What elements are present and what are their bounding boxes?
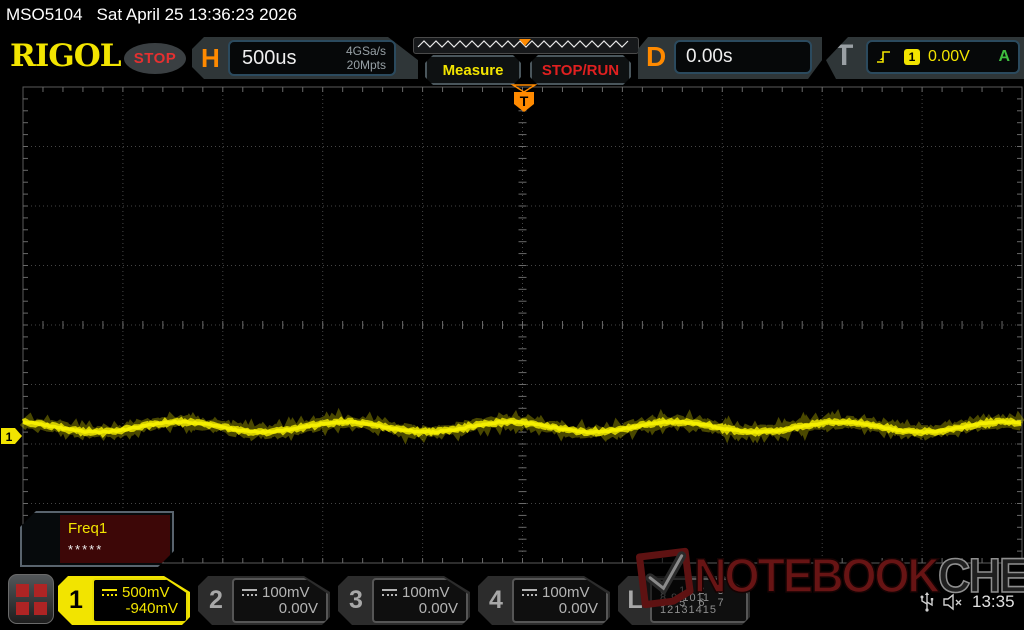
oscilloscope-screen: MSO5104 Sat April 25 13:36:23 2026 RIGOL…	[0, 0, 1024, 630]
system-tray: 13:35	[920, 592, 1015, 612]
channel-3-offset: 0.00V	[419, 600, 458, 617]
logic-analyzer-button[interactable]: L 0 1 2 3 4 5 6 7 8 9 1011 12131415	[618, 576, 750, 625]
speaker-mute-icon[interactable]	[942, 593, 964, 611]
channel-4-offset: 0.00V	[559, 600, 598, 617]
dc-coupling-icon	[382, 589, 397, 596]
channel-4-scale: 100mV	[542, 584, 590, 601]
dc-coupling-icon	[242, 589, 257, 596]
channel-1-level-marker[interactable]: 1	[1, 428, 22, 444]
measurement-inner: Freq1 *****	[60, 515, 170, 563]
channel-3-button[interactable]: 3 100mV 0.00V	[338, 576, 470, 625]
channel-2-box: 100mV 0.00V	[232, 578, 328, 623]
channel-1-scale: 500mV	[122, 584, 170, 601]
la-digits-8-15: 8 9 1011 12131415	[660, 592, 746, 616]
channel-4-button[interactable]: 4 100mV 0.00V	[478, 576, 610, 625]
channel-3-number: 3	[338, 576, 374, 625]
channel-1-box: 500mV -940mV	[92, 578, 188, 623]
trigger-position-marker[interactable]: T	[513, 85, 535, 112]
channel-2-offset: 0.00V	[279, 600, 318, 617]
measurement-name: Freq1	[68, 520, 107, 537]
dc-coupling-icon	[522, 589, 537, 596]
measurement-value: *****	[68, 542, 103, 557]
channel-1-number: 1	[58, 576, 94, 625]
channel-4-box: 100mV 0.00V	[512, 578, 608, 623]
grid-squares-icon	[16, 584, 47, 615]
svg-text:1: 1	[6, 430, 13, 444]
channel-3-box: 100mV 0.00V	[372, 578, 468, 623]
la-label: L	[618, 576, 652, 625]
channel-1-offset: -940mV	[125, 600, 178, 617]
channel-status-bar: 1 500mV -940mV 2 100mV 0.00V 3 100mV 0.0…	[0, 570, 1024, 630]
channel-2-scale: 100mV	[262, 584, 310, 601]
channel-2-number: 2	[198, 576, 234, 625]
quick-menu-button[interactable]	[8, 574, 54, 624]
dc-coupling-icon	[102, 589, 117, 596]
clock: 13:35	[972, 592, 1015, 612]
la-channels-box: 0 1 2 3 4 5 6 7 8 9 1011 12131415	[650, 578, 748, 623]
measurement-result-box[interactable]: Freq1 *****	[20, 511, 174, 567]
channel-1-button[interactable]: 1 500mV -940mV	[58, 576, 190, 625]
channel-2-button[interactable]: 2 100mV 0.00V	[198, 576, 330, 625]
channel-3-scale: 100mV	[402, 584, 450, 601]
channel-4-number: 4	[478, 576, 514, 625]
svg-text:T: T	[520, 93, 529, 109]
usb-icon	[920, 592, 934, 612]
